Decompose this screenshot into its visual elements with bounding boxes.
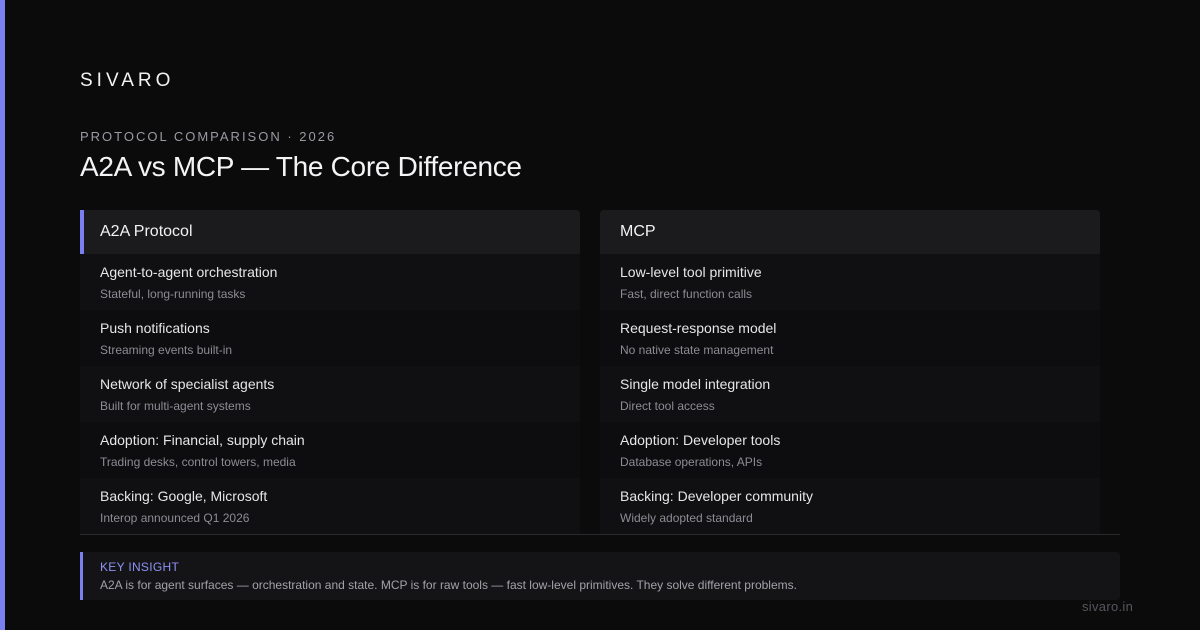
item-subtitle: No native state management: [620, 343, 774, 357]
item-subtitle: Streaming events built-in: [100, 343, 233, 357]
list-item: Single model integration Direct tool acc…: [600, 366, 1100, 422]
column-mcp: MCP Low-level tool primitive Fast, direc…: [600, 210, 1100, 534]
column-rows: Low-level tool primitive Fast, direct fu…: [600, 254, 1100, 534]
item-subtitle: Interop announced Q1 2026: [100, 511, 250, 525]
item-subtitle: Built for multi-agent systems: [100, 399, 251, 413]
eyebrow-label: PROTOCOL COMPARISON · 2026: [80, 129, 337, 144]
list-item: Low-level tool primitive Fast, direct fu…: [600, 254, 1100, 310]
footer-url: sivaro.in: [1082, 599, 1134, 614]
list-item: Request-response model No native state m…: [600, 310, 1100, 366]
column-heading: MCP: [600, 210, 1100, 254]
item-title: Agent-to-agent orchestration: [100, 264, 278, 280]
item-title: Adoption: Financial, supply chain: [100, 432, 305, 448]
item-title: Low-level tool primitive: [620, 264, 762, 280]
list-item: Backing: Developer community Widely adop…: [600, 478, 1100, 534]
item-subtitle: Database operations, APIs: [620, 455, 763, 469]
item-subtitle: Stateful, long-running tasks: [100, 287, 246, 301]
column-heading: A2A Protocol: [80, 210, 580, 254]
list-item: Backing: Google, Microsoft Interop annou…: [80, 478, 580, 534]
list-item: Agent-to-agent orchestration Stateful, l…: [80, 254, 580, 310]
insight-text: A2A is for agent surfaces — orchestratio…: [100, 578, 797, 592]
insight-label: KEY INSIGHT: [100, 560, 180, 574]
list-item: Adoption: Developer tools Database opera…: [600, 422, 1100, 478]
item-title: Push notifications: [100, 320, 210, 336]
item-subtitle: Direct tool access: [620, 399, 715, 413]
accent-bar: [0, 0, 5, 630]
key-insight-callout: KEY INSIGHT A2A is for agent surfaces — …: [80, 552, 1120, 600]
column-rows: Agent-to-agent orchestration Stateful, l…: [80, 254, 580, 534]
list-item: Push notifications Streaming events buil…: [80, 310, 580, 366]
brand-logo: SIVARO: [80, 70, 175, 91]
column-a2a: A2A Protocol Agent-to-agent orchestratio…: [80, 210, 580, 534]
item-subtitle: Trading desks, control towers, media: [100, 455, 296, 469]
list-item: Adoption: Financial, supply chain Tradin…: [80, 422, 580, 478]
item-title: Backing: Developer community: [620, 488, 813, 504]
item-subtitle: Fast, direct function calls: [620, 287, 753, 301]
item-title: Single model integration: [620, 376, 771, 392]
list-item: Network of specialist agents Built for m…: [80, 366, 580, 422]
item-title: Request-response model: [620, 320, 777, 336]
item-title: Backing: Google, Microsoft: [100, 488, 268, 504]
page-title: A2A vs MCP — The Core Difference: [80, 151, 522, 182]
item-title: Network of specialist agents: [100, 376, 275, 392]
section-divider: [80, 534, 1120, 535]
item-title: Adoption: Developer tools: [620, 432, 781, 448]
item-subtitle: Widely adopted standard: [620, 511, 753, 525]
